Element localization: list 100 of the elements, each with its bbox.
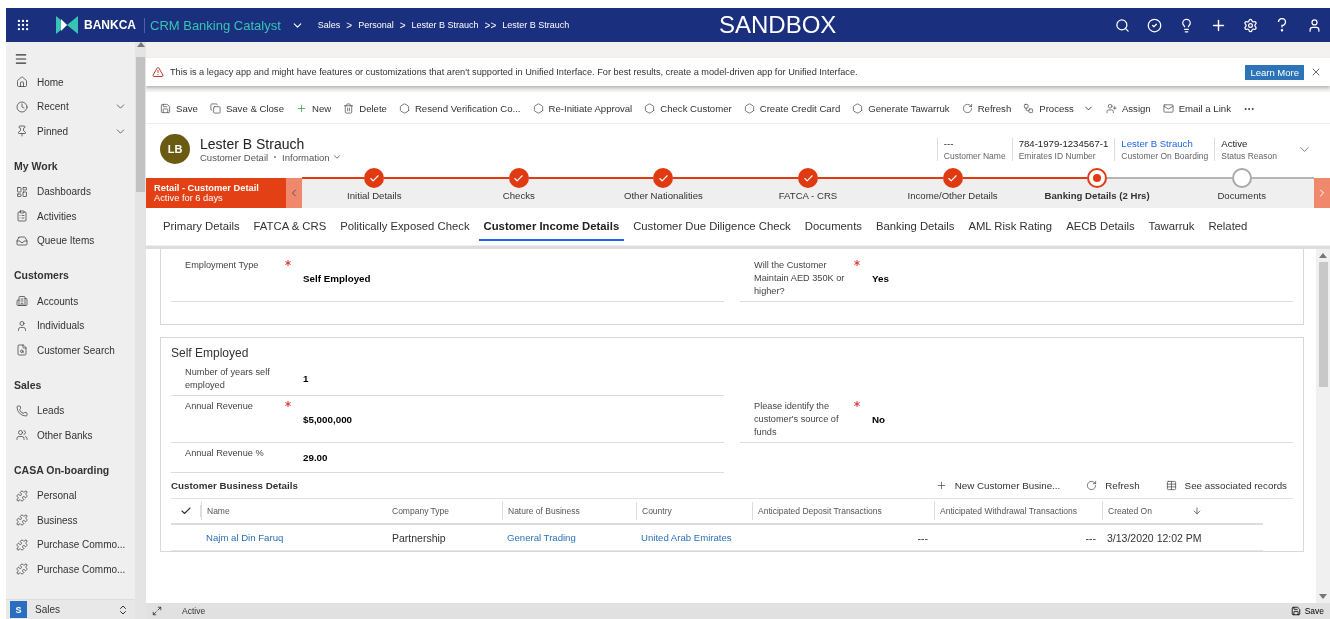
field-value: 29.00 <box>303 452 328 463</box>
column-header[interactable]: Anticipated Withdrawal Transactions <box>934 502 1102 520</box>
form-name: Customer Detail <box>200 151 269 163</box>
column-header[interactable]: Created On <box>1102 502 1242 520</box>
sidebar-item[interactable]: Purchase Commo... <box>6 557 135 582</box>
command-button[interactable]: Email a Link <box>1156 103 1237 114</box>
subgrid-command[interactable]: Refresh <box>1080 479 1146 492</box>
stage-circle[interactable] <box>942 168 963 188</box>
stage-circle[interactable] <box>508 168 529 188</box>
command-button[interactable]: New <box>290 103 338 114</box>
tab[interactable]: AECB Details <box>1061 216 1140 241</box>
breadcrumb-link[interactable]: Lester B Strauch <box>502 20 570 30</box>
stage-label[interactable]: FATCA - CRS <box>778 190 838 201</box>
warning-icon <box>152 66 164 78</box>
stage-label[interactable]: Income/Other Details <box>907 190 998 201</box>
process-title-panel[interactable]: Retail - Customer Detail Active for 6 days <box>146 178 286 208</box>
app-name[interactable]: CRM Banking Catalyst <box>144 17 281 33</box>
stage-circle[interactable] <box>653 168 674 188</box>
sidebar-item[interactable]: Customer Search <box>6 338 135 363</box>
command-button[interactable]: Create Credit Card <box>737 103 847 114</box>
sidebar-item[interactable]: Dashboards <box>6 179 135 204</box>
command-button[interactable]: Assign <box>1099 103 1157 114</box>
stage-circle[interactable] <box>1231 168 1252 188</box>
sidebar-item[interactable]: Recent <box>6 94 135 119</box>
tab[interactable]: Tawarruk <box>1143 216 1200 241</box>
scroll-down-icon[interactable] <box>1319 594 1327 599</box>
command-button[interactable]: Delete <box>337 103 393 114</box>
command-button[interactable]: Resend Verification Co... <box>392 103 527 114</box>
breadcrumb-separator: >> <box>484 19 497 31</box>
column-header[interactable]: Nature of Business <box>502 502 636 520</box>
cell-link[interactable]: Najm al Din Faruq <box>201 532 387 543</box>
clock-icon <box>16 100 28 113</box>
sidebar-item[interactable]: Personal <box>6 483 135 508</box>
sidebar-item[interactable]: Home <box>6 70 135 95</box>
tab[interactable]: Primary Details <box>158 216 245 241</box>
tab[interactable]: Customer Income Details <box>478 216 625 241</box>
header-label: Emirates ID Number <box>1018 150 1097 161</box>
column-header[interactable]: Anticipated Deposit Transactions <box>752 502 934 520</box>
tab[interactable]: Documents <box>799 216 867 241</box>
command-button[interactable]: Generate Tawarruk <box>846 103 956 114</box>
tab[interactable]: Banking Details <box>870 216 960 241</box>
stage-label[interactable]: Documents <box>1217 190 1266 201</box>
sidebar-item[interactable]: Individuals <box>6 313 135 338</box>
command-button[interactable]: Check Customer <box>638 103 738 114</box>
breadcrumb-link[interactable]: Sales <box>317 20 341 30</box>
avatar: LB <box>160 134 190 164</box>
sidebar-item[interactable]: Purchase Commo... <box>6 532 135 557</box>
select-all-icon[interactable] <box>179 505 192 517</box>
sidebar-item[interactable]: Leads <box>6 398 135 423</box>
status-save-button[interactable]: Save <box>1290 606 1324 616</box>
sidebar-item[interactable]: Queue Items <box>6 228 135 253</box>
close-icon[interactable] <box>1310 66 1322 78</box>
tab[interactable]: Customer Due Diligence Check <box>628 216 796 241</box>
required-icon <box>854 401 860 407</box>
column-header[interactable]: Country <box>636 502 752 520</box>
view-selector[interactable]: Information <box>282 151 342 163</box>
header-link[interactable]: Lester B Strauch <box>1121 137 1209 149</box>
sidebar-item[interactable]: Activities <box>6 204 135 229</box>
stage-label[interactable]: Initial Details <box>347 190 402 201</box>
brand-name: BANKCA <box>84 18 136 32</box>
tab[interactable]: Related <box>1203 216 1253 241</box>
subgrid-title: Customer Business Details <box>171 480 299 491</box>
table-icon <box>1165 480 1177 491</box>
command-button[interactable]: Save & Close <box>203 103 290 114</box>
scroll-up-icon[interactable] <box>1319 253 1327 258</box>
stage-circle[interactable] <box>1087 168 1108 188</box>
column-header[interactable]: Company Type <box>387 502 502 520</box>
save-icon <box>160 103 171 114</box>
tab[interactable]: AML Risk Rating <box>963 216 1058 241</box>
command-button[interactable]: Refresh <box>955 103 1018 114</box>
subgrid-command[interactable]: New Customer Busine... <box>929 479 1067 492</box>
learn-more-button[interactable]: Learn More <box>1245 64 1304 80</box>
expand-icon[interactable] <box>152 606 162 616</box>
field-label: Annual Revenue <box>185 400 254 413</box>
breadcrumb-link[interactable]: Lester B Strauch <box>411 20 479 30</box>
tab[interactable]: FATCA & CRS <box>248 216 332 241</box>
sidebar-item[interactable]: Business <box>6 508 135 533</box>
section-title: Self Employed <box>171 345 250 362</box>
scrollbar-thumb[interactable] <box>136 57 145 192</box>
column-header[interactable]: Name <box>201 502 387 520</box>
stage-circle[interactable] <box>798 168 818 188</box>
puzzle-icon <box>16 489 28 502</box>
tab[interactable]: Politically Exposed Check <box>335 216 475 241</box>
command-button[interactable]: Save <box>154 103 204 114</box>
breadcrumb-link[interactable]: Personal <box>358 20 394 30</box>
sidebar-item[interactable]: Pinned <box>6 119 135 144</box>
scrollbar-thumb[interactable] <box>1318 262 1328 387</box>
stage-label[interactable]: Other Nationalities <box>623 190 703 201</box>
cell-link[interactable]: General Trading <box>502 532 636 543</box>
area-switcher[interactable]: Sales <box>35 604 109 615</box>
sidebar-item[interactable]: Accounts <box>6 289 135 314</box>
subgrid-command[interactable]: See associated records <box>1159 479 1293 492</box>
stage-label[interactable]: Banking Details (2 Hrs) <box>1044 190 1150 201</box>
command-button[interactable]: Process <box>1017 103 1100 114</box>
command-button[interactable]: Re-Initiate Approval <box>526 103 639 114</box>
stage-label[interactable]: Checks <box>502 190 535 201</box>
updown-icon[interactable] <box>117 603 129 616</box>
sidebar-item[interactable]: Other Banks <box>6 423 135 448</box>
stage-circle[interactable] <box>364 168 385 188</box>
cell-link[interactable]: United Arab Emirates <box>636 532 752 543</box>
